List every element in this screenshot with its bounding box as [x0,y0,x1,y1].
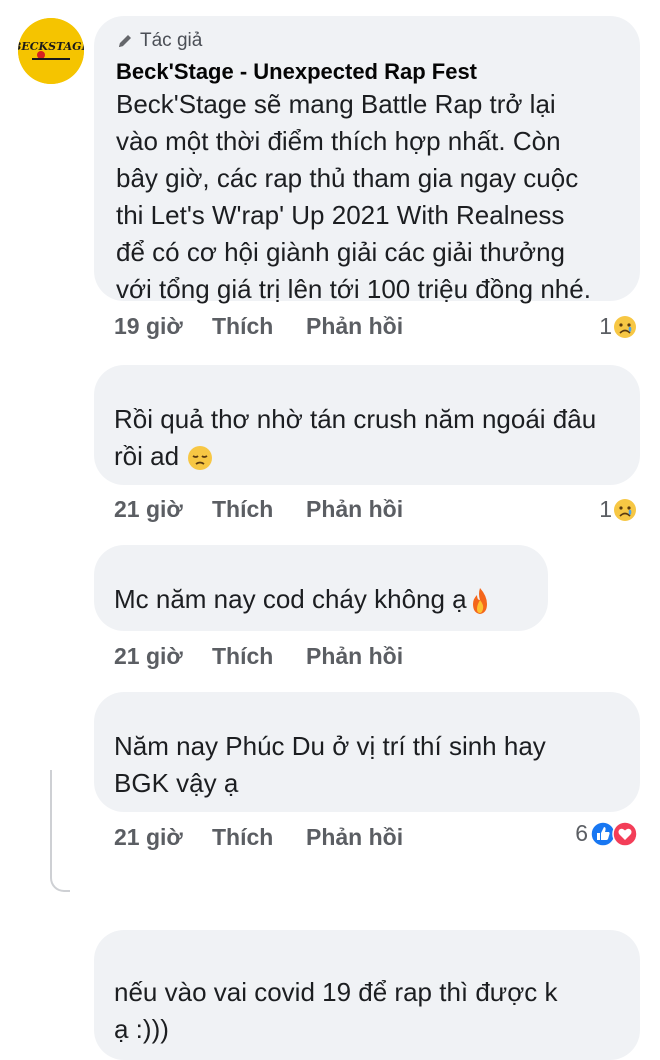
like-button[interactable]: Thích [212,824,306,851]
comment-line: BGK vậy ạ [114,768,239,798]
comment-actions: 21 giờ Thích Phản hồi [114,824,403,851]
comment-line: vào một thời điểm thích hợp nhất. Còn [116,126,561,156]
sad-reaction-icon [614,315,636,338]
comment-bubble: Rồi quả thơ nhờ tán crush năm ngoái đâu … [94,365,640,485]
comment-line: Beck'Stage sẽ mang Battle Rap trở lại [116,89,556,119]
comment-text: Rồi quả thơ nhờ tán crush năm ngoái đâu … [114,401,620,475]
fire-emoji [472,588,487,615]
reaction-count: 6 [575,820,588,846]
comment-time[interactable]: 21 giờ [114,824,212,851]
reaction-summary[interactable]: 6 [575,820,638,847]
comment-bubble: Năm nay Phúc Du ở vị trí thí sinh hay BG… [94,692,640,812]
comment-line: thi Let's W'rap' Up 2021 With Realness [116,200,565,230]
comment-line: bây giờ, các rap thủ tham gia ngay cuộc [116,163,579,193]
reply-button[interactable]: Phản hồi [306,313,403,340]
reply-thread-line [50,770,70,892]
comment-line: rồi ad [114,438,620,475]
comment-text: Năm nay Phúc Du ở vị trí thí sinh hay BG… [114,728,620,802]
logo-text: BECKSTAGE [18,40,84,53]
comment-author-name[interactable]: Beck'Stage - Unexpected Rap Fest [116,58,618,86]
author-badge: Tác giả [116,28,618,54]
comment-text: Mc năm nay cod cháy không ạ [114,581,528,618]
reply-button[interactable]: Phản hồi [306,643,403,670]
reaction-summary[interactable]: 1 [599,496,638,523]
comment-text: Beck'Stage sẽ mang Battle Rap trở lại và… [116,86,618,308]
comment-line: Năm nay Phúc Du ở vị trí thí sinh hay [114,731,546,761]
pencil-icon [119,35,131,47]
pensive-emoji [188,446,213,471]
comment-line: Rồi quả thơ nhờ tán crush năm ngoái đâu [114,404,597,434]
reaction-count: 1 [599,313,612,339]
comment-actions: 21 giờ Thích Phản hồi [114,643,403,670]
comment-line: nếu vào vai covid 19 để rap thì được k [114,977,558,1007]
comment-time[interactable]: 21 giờ [114,496,212,523]
comment-line: ạ :))) [114,1014,169,1044]
comment-bubble-author: Tác giả Beck'Stage - Unexpected Rap Fest… [94,16,640,304]
author-badge-label: Tác giả [140,30,203,51]
reaction-summary[interactable]: 1 [599,313,638,340]
love-reaction-icon [612,820,638,847]
comment-bubble: nếu vào vai covid 19 để rap thì được k ạ… [94,930,640,1060]
beckstage-logo: BECKSTAGE [18,18,84,84]
comment-actions: 19 giờ Thích Phản hồi [114,313,403,340]
like-button[interactable]: Thích [212,496,306,523]
reply-button[interactable]: Phản hồi [306,824,403,851]
comment-line: Mc năm nay cod cháy không ạ [114,584,467,614]
reply-button[interactable]: Phản hồi [306,496,403,523]
sad-reaction-icon [614,498,636,521]
comment-bubble: Mc năm nay cod cháy không ạ [94,545,548,631]
reaction-count: 1 [599,496,612,522]
like-button[interactable]: Thích [212,643,306,670]
page-avatar[interactable]: BECKSTAGE [18,18,84,84]
comment-line: để có cơ hội giành giải các giải thưởng [116,237,565,267]
like-button[interactable]: Thích [212,313,306,340]
comment-actions: 21 giờ Thích Phản hồi [114,496,403,523]
comment-line: với tổng giá trị lên tới 100 triệu đồng … [116,274,591,304]
comment-time[interactable]: 21 giờ [114,643,212,670]
comment-time[interactable]: 19 giờ [114,313,212,340]
comment-text: nếu vào vai covid 19 để rap thì được k ạ… [114,974,620,1048]
